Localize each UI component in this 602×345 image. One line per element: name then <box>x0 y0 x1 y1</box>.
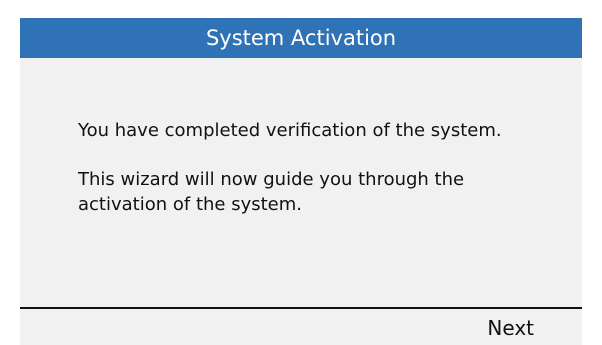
activation-guidance-text: This wizard will now guide you through t… <box>78 169 465 215</box>
wizard-panel: System Activation You have completed ver… <box>20 18 582 345</box>
wizard-message: You have completed verification of the s… <box>78 118 558 241</box>
verification-complete-text: You have completed verification of the s… <box>78 120 502 141</box>
footer-divider <box>20 307 582 309</box>
window-title: System Activation <box>20 18 582 58</box>
activation-screen: System Activation You have completed ver… <box>0 0 602 345</box>
next-button[interactable]: Next <box>487 315 534 341</box>
